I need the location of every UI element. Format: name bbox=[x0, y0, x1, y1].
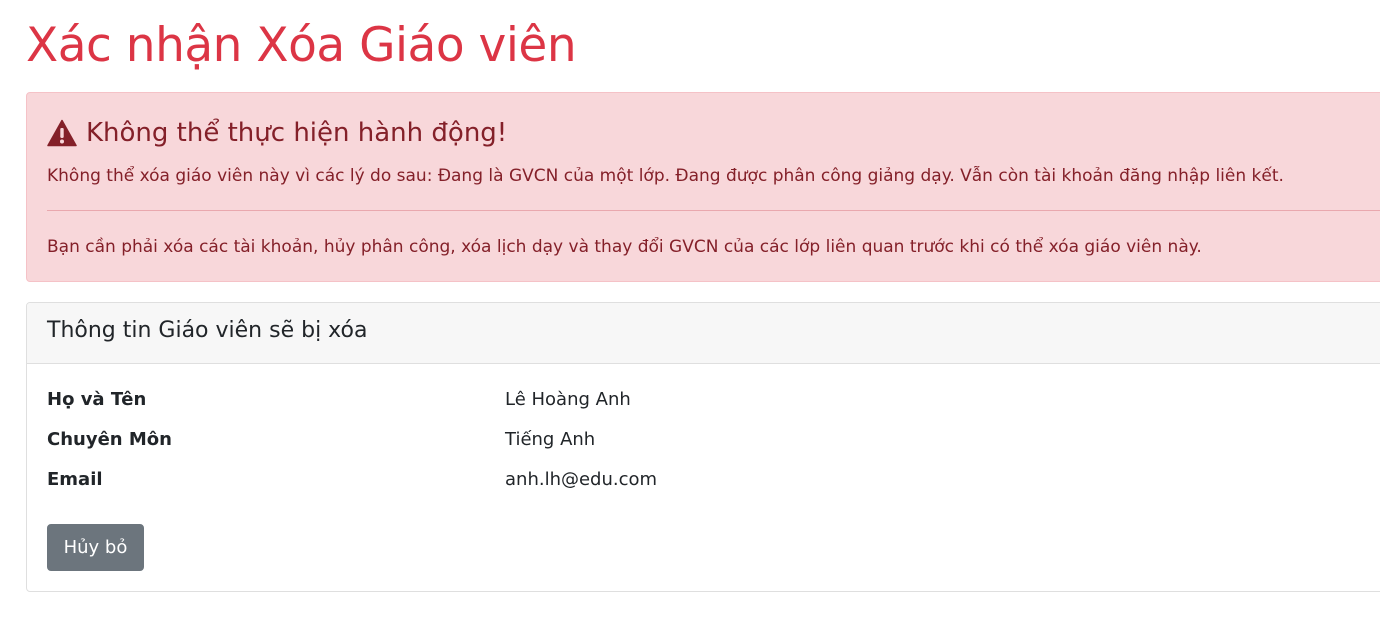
email-label: Email bbox=[47, 469, 103, 490]
error-alert: Không thể thực hiện hành động! Không thể… bbox=[26, 92, 1380, 282]
card-title: Thông tin Giáo viên sẽ bị xóa bbox=[47, 318, 368, 343]
page-title: Xác nhận Xóa Giáo viên bbox=[26, 18, 577, 73]
alert-instruction-text: Bạn cần phải xóa các tài khoản, hủy phân… bbox=[47, 237, 1202, 257]
fullname-label: Họ và Tên bbox=[47, 389, 147, 410]
alert-heading: Không thể thực hiện hành động! bbox=[47, 113, 507, 153]
specialty-value: Tiếng Anh bbox=[505, 429, 596, 450]
alert-reasons-text: Không thể xóa giáo viên này vì các lý do… bbox=[47, 166, 1284, 186]
teacher-info-card: Thông tin Giáo viên sẽ bị xóa Họ và Tên … bbox=[26, 302, 1380, 592]
alert-heading-text: Không thể thực hiện hành động! bbox=[86, 118, 508, 148]
cancel-button[interactable]: Hủy bỏ bbox=[47, 524, 144, 571]
warning-triangle-icon bbox=[47, 119, 77, 147]
info-row-specialty: Chuyên Môn Tiếng Anh bbox=[47, 426, 1347, 454]
email-value: anh.lh@edu.com bbox=[505, 469, 658, 490]
alert-divider bbox=[47, 210, 1380, 211]
info-row-fullname: Họ và Tên Lê Hoàng Anh bbox=[47, 386, 1347, 414]
specialty-label: Chuyên Môn bbox=[47, 429, 172, 450]
fullname-value: Lê Hoàng Anh bbox=[505, 389, 631, 410]
info-row-email: Email anh.lh@edu.com bbox=[47, 466, 1347, 494]
card-header: Thông tin Giáo viên sẽ bị xóa bbox=[27, 303, 1380, 364]
